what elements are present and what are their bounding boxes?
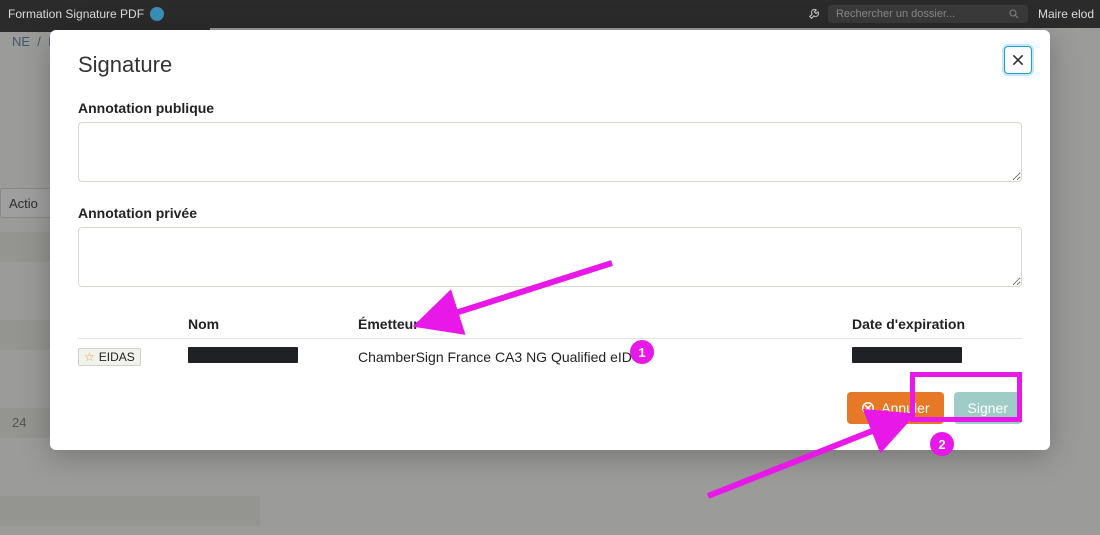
settings-icon[interactable] <box>808 6 822 23</box>
topbar: Formation Signature PDF Rechercher un do… <box>0 0 1100 28</box>
search-input[interactable]: Rechercher un dossier... <box>828 5 1028 23</box>
app-title: Formation Signature PDF <box>0 7 164 21</box>
col-emetteur: Émetteur <box>358 316 852 332</box>
public-annotation-input[interactable] <box>78 122 1022 182</box>
cancel-icon <box>861 401 875 415</box>
cert-table-header: Nom Émetteur Date d'expiration <box>78 310 1022 339</box>
user-name: Maire elod <box>1038 7 1094 21</box>
redacted-nom <box>188 347 298 363</box>
emetteur-value: ChamberSign France CA3 NG Qualified eID <box>358 349 852 365</box>
cancel-button[interactable]: Annuler <box>847 392 943 424</box>
private-annotation-input[interactable] <box>78 227 1022 287</box>
star-icon: ☆ <box>84 350 95 364</box>
modal-title: Signature <box>78 52 1022 78</box>
sign-button[interactable]: Signer <box>954 392 1022 424</box>
eidas-badge: ☆ EIDAS <box>78 348 141 366</box>
col-expiration: Date d'expiration <box>852 316 1022 332</box>
close-icon <box>1010 52 1026 68</box>
search-icon <box>1008 8 1020 20</box>
col-nom: Nom <box>188 316 358 332</box>
user-menu[interactable]: Maire elod <box>1028 7 1100 21</box>
signature-modal: Signature Annotation publique Annotation… <box>50 30 1050 450</box>
cert-row[interactable]: ☆ EIDAS ChamberSign France CA3 NG Qualif… <box>78 339 1022 376</box>
redacted-exp <box>852 347 962 363</box>
search-placeholder: Rechercher un dossier... <box>836 8 955 20</box>
sign-label: Signer <box>968 400 1008 416</box>
app-title-text: Formation Signature PDF <box>8 7 144 21</box>
label-private-annotation: Annotation privée <box>78 205 1022 221</box>
user-indicator-dot <box>150 7 164 21</box>
label-public-annotation: Annotation publique <box>78 100 1022 116</box>
modal-footer: Annuler Signer <box>78 392 1022 424</box>
cancel-label: Annuler <box>881 400 929 416</box>
badge-text: EIDAS <box>99 350 135 364</box>
close-button[interactable] <box>1004 46 1032 74</box>
